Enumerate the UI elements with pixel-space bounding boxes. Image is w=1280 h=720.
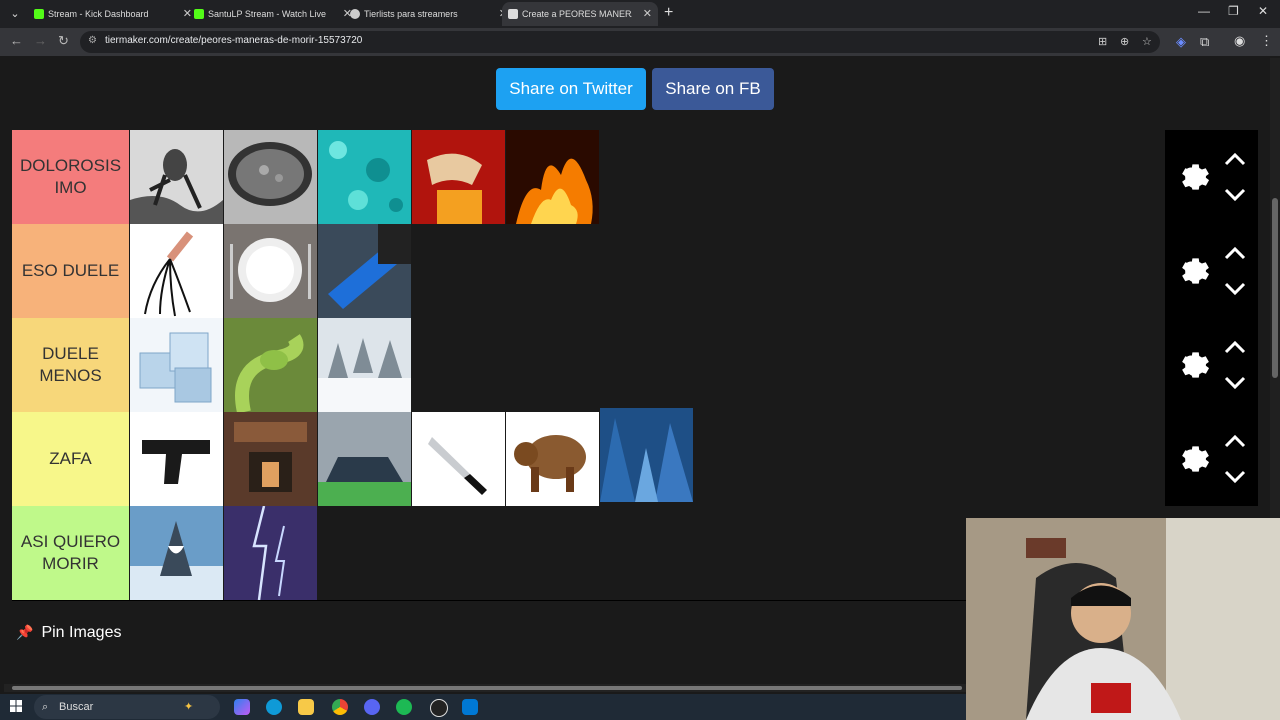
- tier-item-flames[interactable]: [506, 130, 599, 224]
- kick-favicon-icon: [194, 9, 204, 19]
- tier-controls: [1165, 412, 1258, 506]
- outlook-app-icon[interactable]: [462, 699, 478, 715]
- scrollbar-thumb[interactable]: [12, 686, 962, 690]
- browser-tab[interactable]: Stream - Kick Dashboard ✕: [28, 2, 198, 26]
- close-tab-icon[interactable]: ✕: [643, 2, 652, 26]
- copilot-sparkle-icon: ✦: [184, 701, 194, 713]
- more-menu-icon[interactable]: ⋮: [1260, 33, 1273, 49]
- kick-favicon-icon: [34, 9, 44, 19]
- tier-controls: [1165, 224, 1258, 318]
- settings-gear-icon[interactable]: [1175, 252, 1213, 290]
- windows-start-icon[interactable]: [10, 700, 22, 712]
- tier-item-blue-bottle[interactable]: [318, 224, 411, 318]
- back-icon[interactable]: ←: [10, 33, 23, 48]
- share-fb-button[interactable]: Share on FB: [652, 68, 774, 110]
- move-up-chevron-icon[interactable]: [1223, 434, 1247, 448]
- browser-toolbar: ← → ↻ ⚙ tiermaker.com/create/peores-mane…: [0, 28, 1280, 56]
- tierlists-favicon-icon: [350, 9, 360, 19]
- copilot-app-icon[interactable]: [234, 699, 250, 715]
- settings-gear-icon[interactable]: [1175, 346, 1213, 384]
- reload-icon[interactable]: ↻: [58, 33, 69, 49]
- spotify-app-icon[interactable]: [396, 699, 412, 715]
- forward-icon[interactable]: →: [34, 33, 47, 48]
- share-twitter-button[interactable]: Share on Twitter: [496, 68, 646, 110]
- tier-label[interactable]: ESO DUELE: [12, 224, 129, 318]
- browser-tab-strip: ⌄ Stream - Kick Dashboard ✕ SantuLP Stre…: [0, 0, 1280, 28]
- tier-item-engraving-figure[interactable]: [130, 130, 223, 224]
- tier-row: DOLOROSIS IMO: [12, 130, 1258, 225]
- discord-app-icon[interactable]: [364, 699, 380, 715]
- move-down-chevron-icon[interactable]: [1223, 282, 1247, 296]
- tier-item-knife[interactable]: [412, 412, 505, 506]
- minimize-icon[interactable]: —: [1198, 4, 1210, 18]
- site-info-icon[interactable]: ⚙: [88, 35, 100, 47]
- tier-item-car-crash[interactable]: [318, 412, 411, 506]
- bookmark-star-icon[interactable]: ☆: [1142, 35, 1152, 48]
- tier-row: DUELE MENOS: [12, 318, 1258, 413]
- webcam-overlay: [966, 518, 1280, 720]
- tiermaker-favicon-icon: [508, 9, 518, 19]
- tier-item-elevator-shaft[interactable]: [224, 412, 317, 506]
- tier-item-bear[interactable]: [506, 412, 599, 506]
- tier-item-pistol[interactable]: [130, 412, 223, 506]
- extension-icon[interactable]: ◈: [1176, 34, 1186, 50]
- edge-app-icon[interactable]: [266, 699, 282, 715]
- tier-item-lightning[interactable]: [224, 506, 317, 600]
- extensions-puzzle-icon[interactable]: ⧉: [1200, 34, 1209, 50]
- address-bar[interactable]: ⚙ tiermaker.com/create/peores-maneras-de…: [80, 31, 1160, 53]
- restore-icon[interactable]: ❐: [1228, 4, 1239, 18]
- tier-item-boiling-pot[interactable]: [224, 130, 317, 224]
- search-icon: ⌕: [42, 701, 49, 713]
- obs-app-icon[interactable]: [430, 699, 448, 717]
- move-down-chevron-icon[interactable]: [1223, 376, 1247, 390]
- url-text: tiermaker.com/create/peores-maneras-de-m…: [105, 35, 363, 46]
- settings-gear-icon[interactable]: [1175, 158, 1213, 196]
- tier-item-snowy-forest[interactable]: [318, 318, 411, 412]
- browser-tab[interactable]: Tierlists para streamers ✕: [344, 2, 514, 26]
- windows-taskbar: ⌕ Buscar ✦: [0, 694, 966, 720]
- file-explorer-icon[interactable]: [298, 699, 314, 715]
- move-down-chevron-icon[interactable]: [1223, 470, 1247, 484]
- tab-search-icon[interactable]: ⌄: [6, 5, 24, 23]
- zoom-icon[interactable]: ⊕: [1120, 35, 1129, 48]
- pushpin-icon: 📌: [16, 624, 34, 640]
- tier-item-fire-chair[interactable]: [412, 130, 505, 224]
- profile-icon[interactable]: ◉: [1234, 33, 1245, 49]
- tier-label[interactable]: ZAFA: [12, 412, 129, 506]
- move-up-chevron-icon[interactable]: [1223, 246, 1247, 260]
- tier-label[interactable]: ASI QUIERO MORIR: [12, 506, 129, 600]
- move-down-chevron-icon[interactable]: [1223, 188, 1247, 202]
- browser-tab-active[interactable]: Create a PEORES MANERAS DE MORIR Tier Li…: [502, 2, 658, 26]
- horizontal-scrollbar[interactable]: [4, 684, 966, 692]
- tier-controls: [1165, 130, 1258, 224]
- tier-item-turquoise-water[interactable]: [318, 130, 411, 224]
- tier-label[interactable]: DUELE MENOS: [12, 318, 129, 412]
- browser-tab[interactable]: SantuLP Stream - Watch Live on Kick ✕: [188, 2, 358, 26]
- move-up-chevron-icon[interactable]: [1223, 152, 1247, 166]
- close-window-icon[interactable]: ✕: [1258, 4, 1268, 18]
- scrollbar-thumb[interactable]: [1272, 198, 1278, 378]
- move-up-chevron-icon[interactable]: [1223, 340, 1247, 354]
- tier-item-skyscrapers[interactable]: [600, 408, 693, 502]
- tier-row: ZAFA: [12, 408, 1258, 507]
- translate-icon[interactable]: ⊞: [1098, 35, 1107, 48]
- tier-item-shark[interactable]: [130, 506, 223, 600]
- tier-item-green-snake[interactable]: [224, 318, 317, 412]
- new-tab-button[interactable]: +: [664, 4, 673, 22]
- tier-item-ice-cubes[interactable]: [130, 318, 223, 412]
- tier-item-whip[interactable]: [130, 224, 223, 318]
- tier-controls: [1165, 318, 1258, 412]
- pin-images-toggle[interactable]: 📌 Pin Images: [16, 624, 121, 642]
- chrome-app-icon[interactable]: [332, 699, 348, 715]
- tier-label[interactable]: DOLOROSIS IMO: [12, 130, 129, 224]
- taskbar-search[interactable]: ⌕ Buscar ✦: [34, 695, 220, 719]
- settings-gear-icon[interactable]: [1175, 440, 1213, 478]
- tier-row: ESO DUELE: [12, 224, 1258, 319]
- tier-item-empty-plate[interactable]: [224, 224, 317, 318]
